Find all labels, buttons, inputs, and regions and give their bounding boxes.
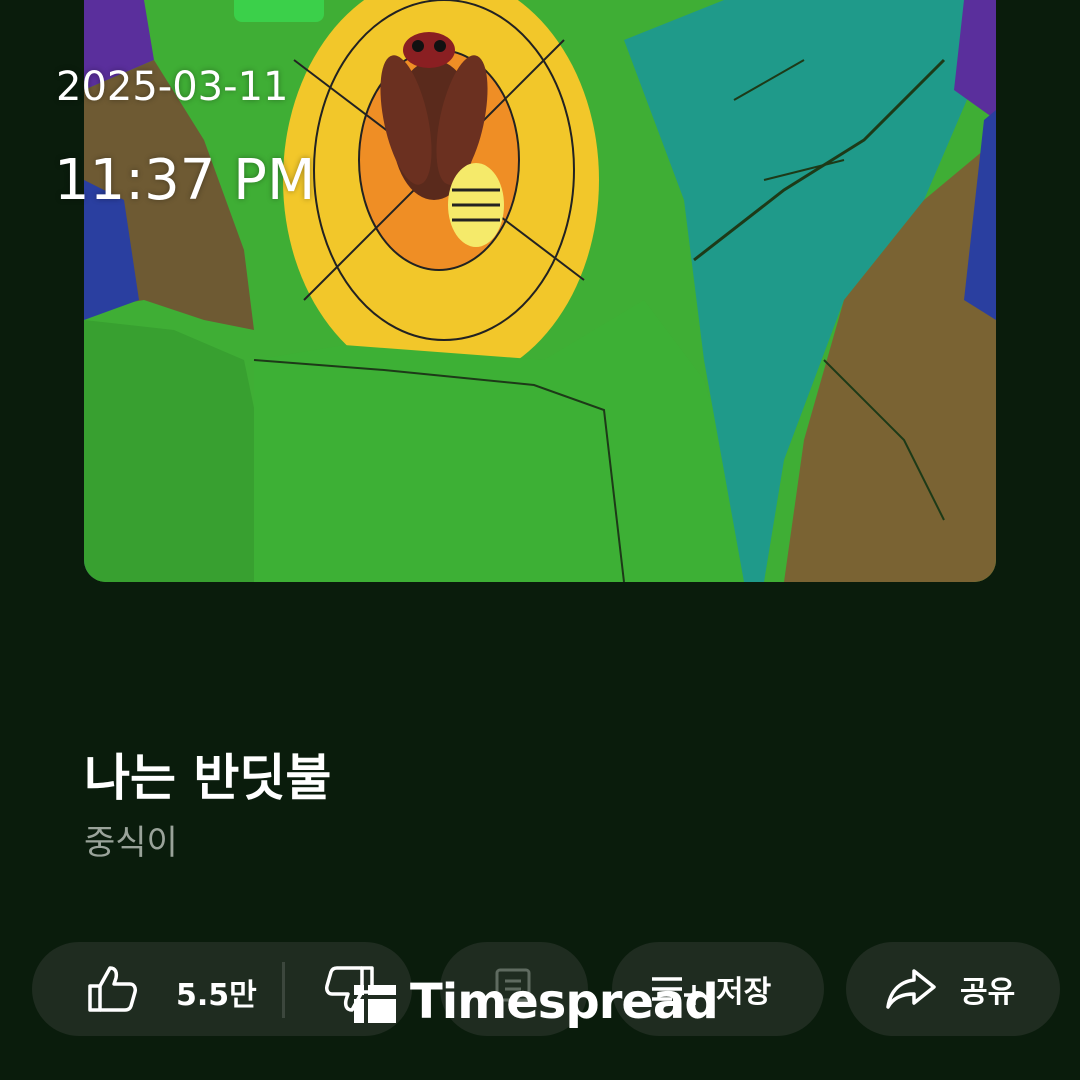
overlay-date: 2025-03-11	[56, 64, 289, 110]
share-button[interactable]: 공유	[846, 942, 1060, 1036]
thumbs-up-icon[interactable]	[86, 964, 138, 1014]
timespread-logo-icon	[352, 979, 398, 1025]
like-count: 5.5만	[176, 978, 257, 1013]
share-arrow-icon	[884, 967, 938, 1011]
song-artist[interactable]: 중식이	[84, 815, 178, 864]
like-divider	[282, 962, 285, 1018]
watermark: Timespread	[352, 972, 719, 1032]
watermark-text: Timespread	[410, 974, 719, 1030]
share-label: 공유	[960, 975, 1016, 1010]
overlay-time: 11:37 PM	[54, 148, 316, 213]
song-title: 나는 반딧불	[84, 749, 332, 807]
save-label: 저장	[716, 975, 772, 1010]
